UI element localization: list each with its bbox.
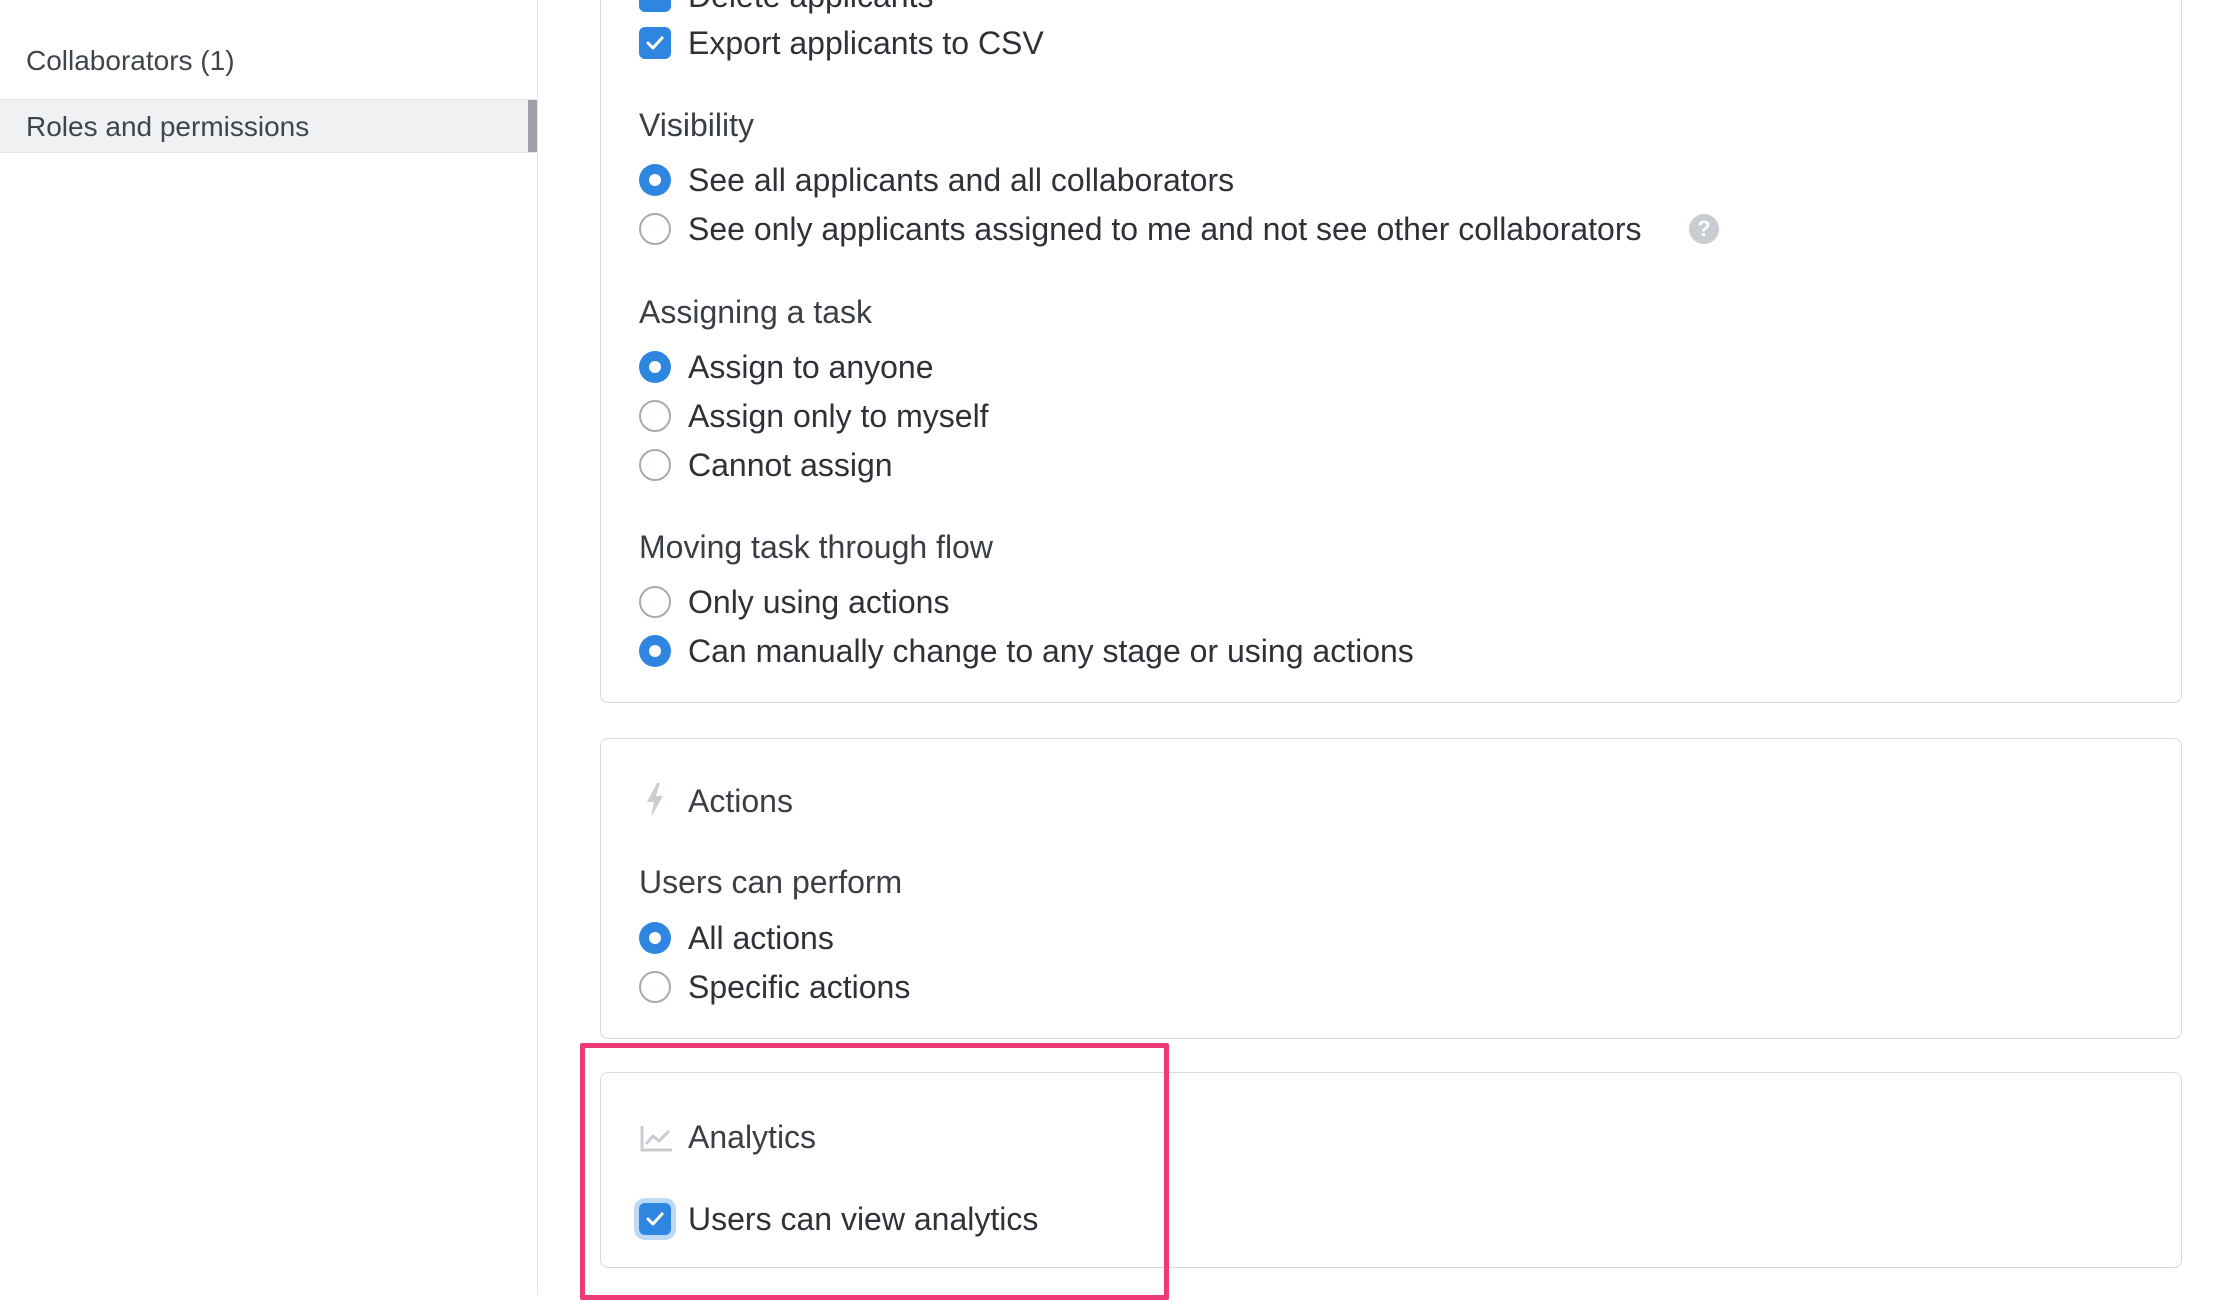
radio-see-all-label: See all applicants and all collaborators [688,162,1235,198]
delete-applicants-label: Delete applicants [688,0,933,16]
view-analytics-label: Users can view analytics [688,1201,1039,1237]
radio-only-actions[interactable] [639,586,671,618]
sidebar: Collaborators (1) Roles and permissions [0,0,538,1294]
view-analytics-checkbox[interactable] [639,1203,671,1235]
question-circle-icon[interactable]: ? [1689,214,1719,244]
moving-heading: Moving task through flow [639,529,993,565]
analytics-title: Analytics [688,1119,817,1155]
chart-icon [640,1124,674,1157]
radio-cannot-assign[interactable] [639,449,671,481]
radio-manual-change-label: Can manually change to any stage or usin… [688,633,1414,669]
radio-all-actions[interactable] [639,922,671,954]
visibility-heading: Visibility [639,107,754,143]
radio-assign-myself-label: Assign only to myself [688,398,989,434]
lightning-icon [644,782,666,823]
radio-assign-anyone-label: Assign to anyone [688,349,934,385]
radio-cannot-assign-label: Cannot assign [688,447,893,483]
export-csv-checkbox[interactable] [639,27,671,59]
radio-manual-change[interactable] [639,635,671,667]
users-can-perform-heading: Users can perform [639,864,903,900]
checkmark-icon [646,36,664,50]
delete-applicants-checkbox[interactable] [639,0,671,12]
assigning-heading: Assigning a task [639,294,873,330]
radio-specific-actions-label: Specific actions [688,969,911,1005]
checkmark-icon [646,1212,664,1226]
radio-see-all[interactable] [639,164,671,196]
radio-all-actions-label: All actions [688,920,834,956]
radio-see-assigned-only[interactable] [639,213,671,245]
radio-see-assigned-only-label: See only applicants assigned to me and n… [688,211,1642,247]
radio-assign-anyone[interactable] [639,351,671,383]
actions-title: Actions [688,783,793,819]
sidebar-item-roles-and-permissions[interactable]: Roles and permissions [0,99,537,153]
export-csv-label: Export applicants to CSV [688,25,1044,61]
radio-specific-actions[interactable] [639,971,671,1003]
sidebar-item-collaborators[interactable]: Collaborators (1) [0,34,537,88]
radio-assign-myself[interactable] [639,400,671,432]
radio-only-actions-label: Only using actions [688,584,950,620]
